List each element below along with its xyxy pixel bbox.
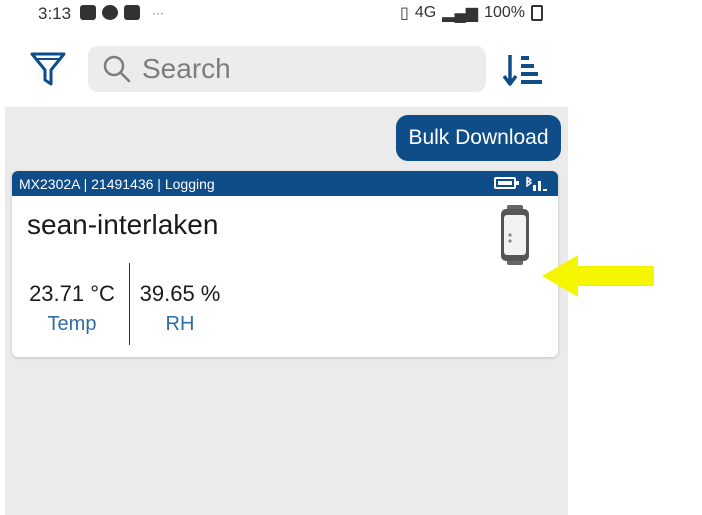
battery-icon [494, 177, 519, 189]
logger-device-icon [501, 205, 529, 265]
device-card-header: MX2302A | 21491436 | Logging [12, 171, 558, 196]
status-bar: 3:13 ··· ▯ 4G ▂▄▆ 100% [0, 0, 570, 28]
device-info-label: MX2302A | 21491436 | Logging [19, 175, 215, 192]
signal-icon: ▂▄▆ [442, 5, 479, 22]
status-time: 3:13 [38, 4, 72, 23]
network-label: 4G [414, 4, 437, 21]
filter-icon [30, 52, 66, 86]
search-placeholder: Search [142, 53, 231, 84]
annotation-arrow [542, 255, 654, 297]
search-input[interactable]: Search [88, 46, 486, 92]
temp-value: 23.71 °C [29, 281, 115, 306]
battery-percent: 100% [484, 4, 526, 21]
sort-button[interactable] [502, 52, 543, 88]
rh-reading: 39.65 % RH [137, 281, 223, 336]
notification-icons: ··· [80, 5, 164, 20]
checkbox-app-icon [124, 5, 140, 20]
device-card[interactable]: MX2302A | 21491436 | Logging sean-interl… [12, 171, 558, 357]
top-bar: Search [0, 38, 570, 100]
battery-icon [531, 5, 544, 21]
bulk-download-button[interactable]: Bulk Download [396, 115, 561, 161]
card-status-icons [494, 175, 548, 191]
system-status: ▯ 4G ▂▄▆ 100% [400, 3, 544, 23]
bluetooth-signal-icon [526, 176, 547, 191]
search-icon [103, 55, 131, 83]
more-notifications-icon: ··· [152, 5, 164, 20]
vibrate-icon: ▯ [400, 5, 409, 22]
reading-divider [129, 263, 130, 345]
temp-label: Temp [47, 313, 97, 335]
filter-button[interactable] [28, 50, 68, 90]
rh-value: 39.65 % [139, 281, 221, 306]
youtube-icon [80, 5, 96, 20]
device-list-panel: Bulk Download MX2302A | 21491436 | Loggi… [5, 107, 568, 515]
device-name: sean-interlaken [27, 209, 219, 240]
sort-icon [502, 55, 542, 86]
rh-label: RH [165, 313, 195, 335]
message-icon [102, 5, 118, 20]
temp-reading: 23.71 °C Temp [26, 281, 118, 336]
